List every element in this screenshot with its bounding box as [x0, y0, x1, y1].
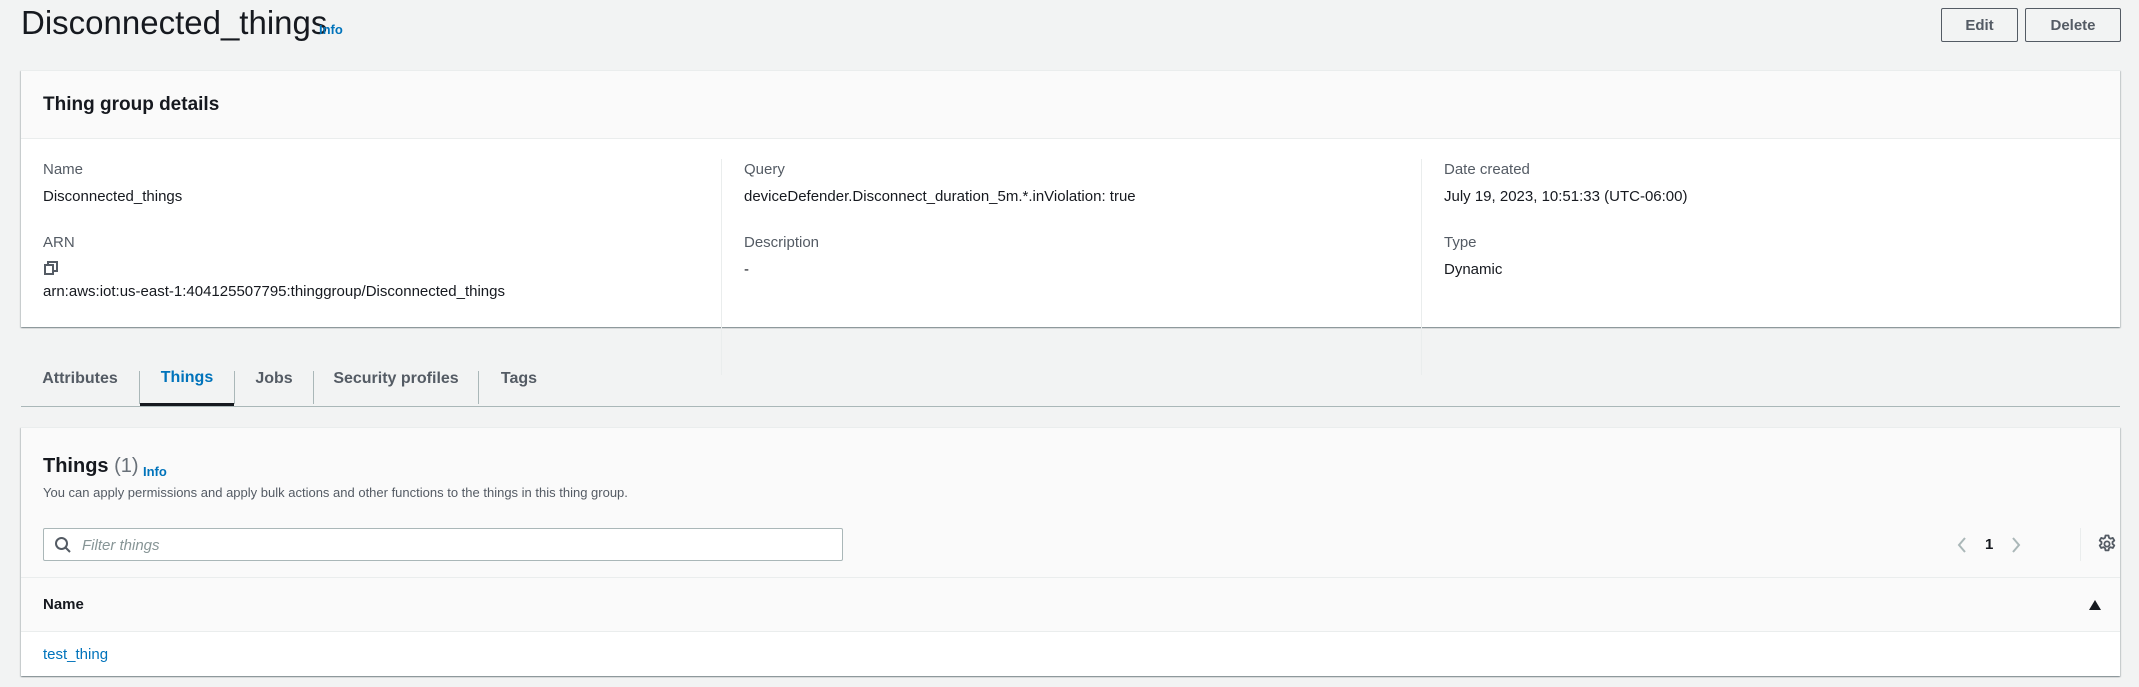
chevron-right-icon: [2012, 536, 2021, 553]
thing-name-link[interactable]: test_thing: [43, 646, 108, 663]
page-number[interactable]: 1: [1985, 536, 1993, 553]
things-title: Things: [43, 455, 109, 477]
name-label: Name: [43, 161, 84, 178]
tab-security-profiles[interactable]: Security profiles: [314, 352, 478, 406]
tab-bar: Attributes Things Jobs Security profiles…: [21, 352, 2120, 407]
arn-value: arn:aws:iot:us-east-1:404125507795:thing…: [43, 283, 505, 300]
date-created-value: July 19, 2023, 10:51:33 (UTC-06:00): [1444, 188, 1688, 205]
copy-icon[interactable]: [43, 260, 59, 276]
tab-attributes[interactable]: Attributes: [21, 352, 139, 406]
tab-tags[interactable]: Tags: [479, 352, 559, 406]
details-panel-title: Thing group details: [21, 71, 2120, 139]
name-value: Disconnected_things: [43, 188, 183, 205]
query-value: deviceDefender.Disconnect_duration_5m.*.…: [744, 188, 1136, 205]
things-heading: Things (1): [43, 455, 139, 478]
tab-jobs[interactable]: Jobs: [235, 352, 313, 406]
gear-icon: [2098, 534, 2116, 552]
things-count: (1): [114, 455, 139, 477]
pagination: 1: [1956, 528, 2022, 561]
description-value: -: [744, 261, 749, 278]
description-label: Description: [744, 234, 820, 251]
details-column-3: Date created July 19, 2023, 10:51:33 (UT…: [1421, 159, 2101, 375]
page-info-link[interactable]: Info: [319, 22, 343, 37]
chevron-left-icon: [1957, 536, 1966, 553]
next-page-button[interactable]: [2010, 536, 2022, 554]
filter-things-input[interactable]: [80, 529, 834, 562]
page-title: Disconnected_things: [21, 4, 328, 41]
thing-group-details-panel: Thing group details Name Disconnected_th…: [21, 70, 2120, 375]
arn-field: ARN arn:aws:iot:us-east-1:404125507795:t…: [43, 234, 733, 300]
filter-things-field: [43, 528, 843, 562]
previous-page-button[interactable]: [1956, 536, 1968, 554]
things-panel: Things (1) Info You can apply permission…: [21, 427, 2120, 676]
details-column-2: Query deviceDefender.Disconnect_duration…: [721, 159, 1441, 375]
type-value: Dynamic: [1444, 261, 1503, 278]
query-field: Query deviceDefender.Disconnect_duration…: [744, 161, 1441, 205]
delete-button[interactable]: Delete: [2025, 8, 2121, 42]
search-icon: [55, 537, 71, 553]
query-label: Query: [744, 161, 785, 178]
date-created-label: Date created: [1444, 161, 1530, 178]
name-field: Name Disconnected_things: [43, 161, 733, 205]
column-header-name[interactable]: Name: [43, 596, 84, 613]
details-column-1: Name Disconnected_things ARN arn:aws:iot…: [43, 159, 733, 375]
arn-label: ARN: [43, 234, 75, 251]
sort-ascending-icon[interactable]: [2088, 598, 2102, 616]
type-label: Type: [1444, 234, 1477, 251]
table-header: Name: [21, 577, 2120, 632]
table-row: test_thing: [21, 632, 2120, 676]
date-created-field: Date created July 19, 2023, 10:51:33 (UT…: [1444, 161, 2101, 205]
things-description: You can apply permissions and apply bulk…: [43, 485, 628, 500]
pagination-divider: [2080, 528, 2081, 561]
tab-things[interactable]: Things: [140, 352, 234, 406]
type-field: Type Dynamic: [1444, 234, 2101, 278]
description-field: Description -: [744, 234, 1441, 278]
preferences-button[interactable]: [2097, 534, 2117, 559]
edit-button[interactable]: Edit: [1941, 8, 2018, 42]
things-info-link[interactable]: Info: [143, 464, 167, 479]
